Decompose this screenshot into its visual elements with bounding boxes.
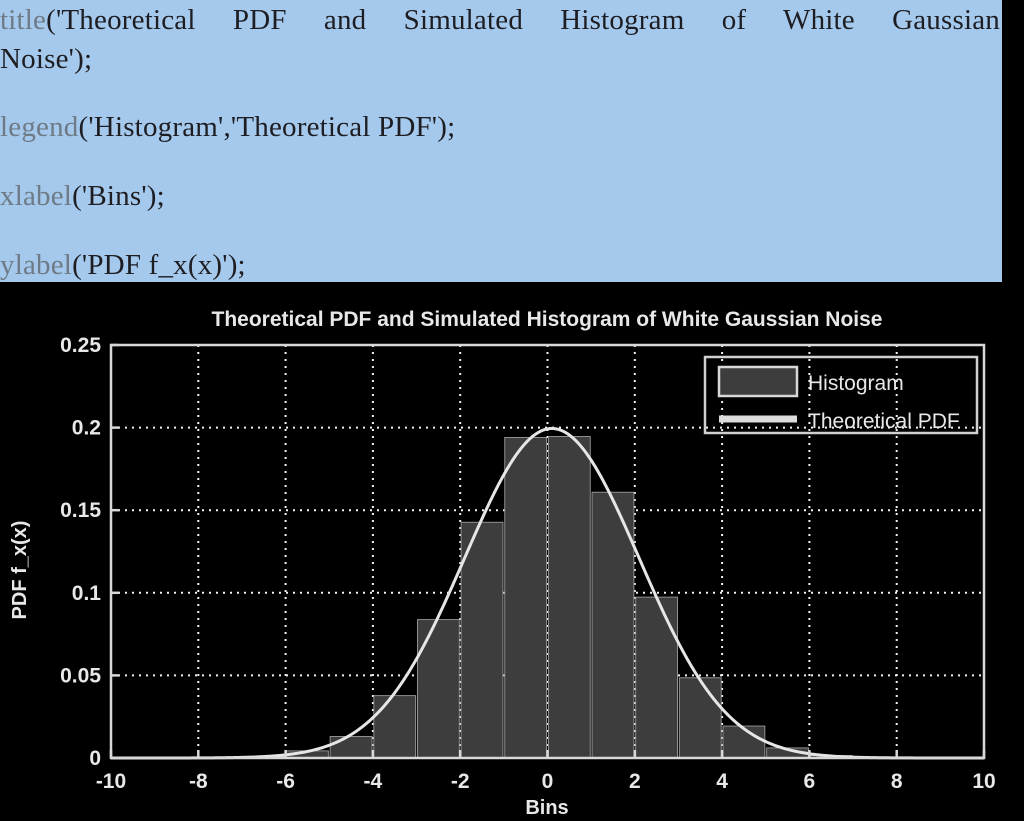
code-token-title-fn: title bbox=[0, 4, 47, 36]
y-tick-label: 0.25 bbox=[60, 334, 101, 357]
code-token-xlabel-fn: xlabel bbox=[0, 180, 73, 212]
y-tick-label: 0 bbox=[89, 747, 101, 770]
code-token-legend-fn: legend bbox=[0, 111, 79, 143]
code-token-title-arg-c: and bbox=[323, 4, 367, 36]
legend-label-theoretical-pdf: Theoretical PDF bbox=[808, 410, 960, 433]
code-line-xlabel: xlabel('Bins'); bbox=[0, 180, 165, 213]
y-tick-label: 0.15 bbox=[60, 499, 101, 522]
histogram-bar bbox=[417, 619, 460, 759]
x-tick-label: -10 bbox=[96, 770, 126, 793]
code-token-title-arg-a: ('Theoretical bbox=[46, 4, 196, 36]
y-tick-label: 0.2 bbox=[72, 417, 101, 440]
code-token-title-arg-g: White bbox=[783, 4, 855, 36]
screenshot-root: title('Theoretical PDF and Simulated His… bbox=[0, 0, 1024, 821]
x-tick-label: 4 bbox=[716, 770, 728, 793]
histogram-bar bbox=[635, 596, 679, 759]
histogram-bar bbox=[504, 437, 548, 759]
legend-label-histogram: Histogram bbox=[808, 372, 904, 395]
histogram-bar bbox=[460, 521, 504, 759]
histogram-bar bbox=[373, 695, 417, 759]
plot-svg: Theoretical PDF and Simulated Histogram … bbox=[0, 282, 1024, 821]
matlab-code-panel[interactable]: title('Theoretical PDF and Simulated His… bbox=[0, 0, 1002, 282]
histogram-bar bbox=[678, 677, 722, 759]
code-token-legend-args: ('Histogram','Theoretical PDF'); bbox=[78, 111, 456, 143]
histogram-bar bbox=[722, 725, 766, 759]
code-token-title-arg-h: Gaussian bbox=[892, 4, 1001, 36]
x-tick-label: -6 bbox=[276, 770, 295, 793]
x-tick-label: 0 bbox=[542, 770, 554, 793]
code-token-ylabel-fn: ylabel bbox=[0, 249, 73, 281]
x-tick-label: 8 bbox=[891, 770, 903, 793]
histogram-bar bbox=[329, 735, 373, 759]
y-tick-label: 0.05 bbox=[60, 664, 101, 687]
code-line-legend: legend('Histogram','Theoretical PDF'); bbox=[0, 111, 455, 144]
histogram-bar bbox=[547, 436, 591, 759]
code-line-title-cont: Noise'); bbox=[0, 43, 92, 76]
x-tick-label: -2 bbox=[451, 770, 470, 793]
x-tick-label: 10 bbox=[972, 770, 995, 793]
x-tick-label: 2 bbox=[629, 770, 641, 793]
x-tick-label: -4 bbox=[364, 770, 383, 793]
code-token-title-arg-e: Histogram bbox=[560, 4, 685, 36]
chart-title: Theoretical PDF and Simulated Histogram … bbox=[212, 308, 883, 331]
legend-swatch-histogram bbox=[717, 365, 799, 398]
y-axis-title: PDF f_x(x) bbox=[9, 521, 31, 620]
code-token-title-arg-b: PDF bbox=[232, 4, 287, 36]
code-token-title-arg-d: Simulated bbox=[403, 4, 524, 36]
figure-plot: Theoretical PDF and Simulated Histogram … bbox=[0, 282, 1024, 821]
y-tick-label: 0.1 bbox=[72, 582, 102, 605]
x-axis-title: Bins bbox=[525, 797, 568, 819]
x-tick-label: -8 bbox=[189, 770, 208, 793]
code-token-title-arg-f: of bbox=[721, 4, 747, 36]
code-line-title: title('Theoretical PDF and Simulated His… bbox=[0, 4, 1000, 37]
panel-right-margin bbox=[1002, 0, 1024, 282]
code-token-ylabel-args: ('PDF f_x(x)'); bbox=[72, 249, 246, 281]
code-token-xlabel-args: ('Bins'); bbox=[72, 180, 165, 212]
code-token-title-tail: Noise'); bbox=[0, 43, 93, 75]
x-tick-label: 6 bbox=[804, 770, 816, 793]
code-line-ylabel: ylabel('PDF f_x(x)'); bbox=[0, 249, 246, 282]
